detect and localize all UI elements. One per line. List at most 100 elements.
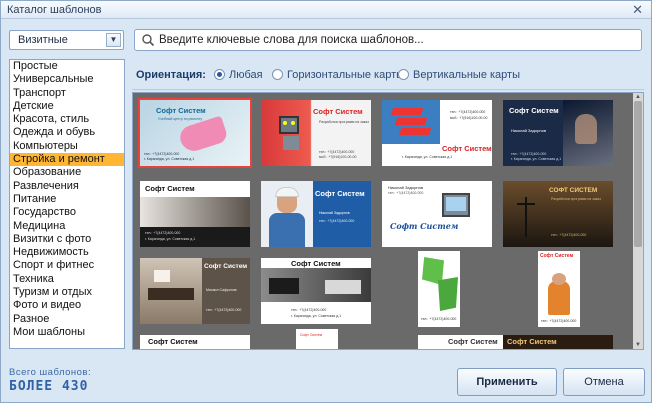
template-thumb-vertical[interactable]: Софт Систем тел.: +7(4472)400-000 <box>538 251 580 327</box>
card-slogan: Учебный центр по ремонту <box>158 117 203 121</box>
search-icon <box>142 34 155 47</box>
category-item[interactable]: Одежда и обувь <box>10 126 124 139</box>
category-item[interactable]: Стройка и ремонт <box>10 153 124 167</box>
window-title: Каталог шаблонов <box>7 4 102 16</box>
card-slogan: Разработка программ на заказ <box>319 120 369 124</box>
card-phone: тел.: +7(4472)400-000 <box>511 152 547 156</box>
chevron-down-icon[interactable]: ▼ <box>106 33 121 47</box>
card-address: г. Караганда, ул. Советская д.1 <box>145 237 196 241</box>
category-item[interactable]: Государство <box>10 206 124 219</box>
template-thumb[interactable]: СОФТ СИСТЕМ Разработка программ на заказ… <box>503 181 613 247</box>
card-phone: тел.: +7(4472)400-000 <box>541 319 577 323</box>
card-address: г. Караганда, ул. Советская д.1 <box>291 314 342 318</box>
close-icon[interactable]: ✕ <box>632 2 643 17</box>
scroll-up-icon[interactable]: ▲ <box>633 93 643 101</box>
category-item[interactable]: Мои шаблоны <box>10 326 124 339</box>
category-item[interactable]: Медицина <box>10 220 124 233</box>
orientation-any-label: Любая <box>229 69 263 81</box>
category-item[interactable]: Туризм и отдых <box>10 286 124 299</box>
search-input[interactable] <box>159 32 637 48</box>
category-item[interactable]: Питание <box>10 193 124 206</box>
category-item[interactable]: Детские <box>10 100 124 113</box>
card-company-name: СОФТ СИСТЕМ <box>549 187 598 194</box>
category-item[interactable]: Разное <box>10 313 124 326</box>
template-thumb[interactable]: тел.: +7(4472)400-000 моб.: +7(916)100-0… <box>382 100 492 166</box>
radio-icon <box>398 69 409 80</box>
template-thumb[interactable]: Софт Систем Николай Задорнов тел.: +7(44… <box>503 100 613 166</box>
category-item[interactable]: Образование <box>10 166 124 179</box>
template-thumb[interactable]: Софт Систем Учебный центр по ремонту тел… <box>138 98 252 168</box>
card-person: Николай Задорнов <box>388 185 423 190</box>
card-company-name: Софт Систем <box>313 107 363 116</box>
category-item[interactable]: Развлечения <box>10 180 124 193</box>
card-company-name: Софт Систем <box>148 337 198 346</box>
card-phone-2: моб.: +7(916)100-00-00 <box>319 155 357 159</box>
category-item[interactable]: Компьютеры <box>10 140 124 153</box>
card-company-name: Софт Систем <box>390 221 459 231</box>
card-person: Николай Задорнов <box>511 128 546 133</box>
card-address: г. Караганда, ул. Советская д.1 <box>144 157 195 161</box>
template-thumb[interactable]: Софт Систем Михаил Сафронов тел.: +7(447… <box>140 258 250 324</box>
category-item[interactable]: Простые <box>10 60 124 73</box>
scrollbar-thumb[interactable] <box>634 101 642 247</box>
card-company-name: Софт Систем <box>291 259 341 268</box>
scroll-down-icon[interactable]: ▼ <box>633 341 643 349</box>
category-item[interactable]: Красота, стиль <box>10 113 124 126</box>
card-company-name: Софт Систем <box>509 106 559 115</box>
card-phone-2: моб.: +7(916)100-00-00 <box>450 116 488 120</box>
template-thumb-vertical[interactable]: Софт Систем <box>296 329 338 349</box>
card-company-name: Софт Систем <box>145 184 195 193</box>
card-company-name: Софт Систем <box>156 106 206 115</box>
category-type-select[interactable]: Визитные ▼ <box>9 30 124 50</box>
card-phone: тел.: +7(4472)400-000 <box>144 152 180 156</box>
category-type-value: Визитные <box>18 34 68 46</box>
card-phone: тел.: +7(4472)400-000 <box>421 317 457 321</box>
radio-icon <box>214 69 225 80</box>
category-list[interactable]: Простые Универсальные Транспорт Детские Крас… <box>9 59 125 349</box>
card-company-name: Софт Систем <box>315 189 365 198</box>
card-company-name: Софт Систем <box>507 337 557 346</box>
card-phone: тел.: +7(4472)400-000 <box>319 219 355 223</box>
category-item[interactable]: Фото и видео <box>10 299 124 312</box>
card-phone: тел.: +7(4472)400-000 <box>388 191 424 195</box>
total-templates-value: БОЛЕЕ 430 <box>9 379 89 394</box>
orientation-label: Ориентация: <box>136 69 206 81</box>
template-thumb[interactable]: Софт Систем тел.: +7(4472)400-000 г. Кар… <box>140 181 250 247</box>
template-thumb[interactable]: Николай Задорнов тел.: +7(4472)400-000 С… <box>382 181 492 247</box>
category-item[interactable]: Универсальные <box>10 73 124 86</box>
card-company-name: Софт Систем <box>540 253 574 259</box>
radio-icon <box>272 69 283 80</box>
gallery-scrollbar[interactable]: ▲ ▼ <box>633 93 643 349</box>
category-item[interactable]: Недвижимость <box>10 246 124 259</box>
category-item[interactable]: Спорт и фитнес <box>10 259 124 272</box>
total-templates-label: Всего шаблонов: <box>9 367 92 378</box>
template-thumb[interactable]: Софт Систем Разработка программ на заказ… <box>261 100 371 166</box>
category-item[interactable]: Визитки с фото <box>10 233 124 246</box>
card-person: Николай Задорнов <box>319 211 350 215</box>
card-address: г. Караганда, ул. Советская д.1 <box>402 155 453 159</box>
category-item[interactable]: Транспорт <box>10 87 124 100</box>
orientation-vertical-label: Вертикальные карты <box>413 69 520 81</box>
template-thumb-vertical[interactable]: тел.: +7(4472)400-000 <box>418 251 460 327</box>
cancel-button[interactable]: Отмена <box>563 368 645 396</box>
card-phone: тел.: +7(4472)400-000 <box>206 308 242 312</box>
orientation-bar: Ориентация: Любая Горизонтальные карты В… <box>132 65 642 85</box>
card-company-name: Софт Систем <box>300 333 323 337</box>
card-company-name: Софт Систем <box>448 337 498 346</box>
template-thumb[interactable]: Софт Систем тел.: +7(4472)400-000 г. Кар… <box>261 258 371 324</box>
search-box[interactable] <box>134 29 642 51</box>
template-thumb[interactable]: Софт Систем Николай Задорнов тел.: +7(44… <box>261 181 371 247</box>
apply-button[interactable]: Применить <box>457 368 557 396</box>
card-phone: тел.: +7(4472)400-000 <box>319 150 355 154</box>
card-slogan: Разработка программ на заказ <box>551 197 601 201</box>
category-item[interactable]: Техника <box>10 273 124 286</box>
template-thumb[interactable]: Софт Систем <box>140 335 250 349</box>
template-gallery[interactable]: Софт Систем Учебный центр по ремонту тел… <box>132 92 644 350</box>
card-company-name: Софт Систем <box>442 144 492 153</box>
card-address: г. Караганда, ул. Советская д.1 <box>511 157 562 161</box>
card-phone: тел.: +7(4472)400-000 <box>551 233 587 237</box>
card-company-name: Софт Систем <box>204 263 248 270</box>
title-bar: Каталог шаблонов ✕ <box>1 1 651 19</box>
template-thumb[interactable]: Софт Систем <box>503 335 613 349</box>
orientation-horizontal-label: Горизонтальные карты <box>287 69 405 81</box>
